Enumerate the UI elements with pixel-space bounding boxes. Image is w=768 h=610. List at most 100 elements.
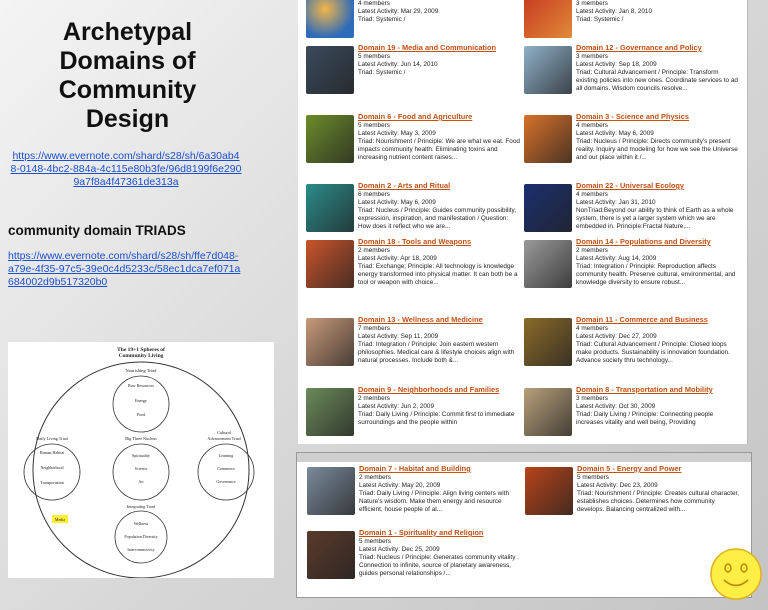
media-tag-label: Media	[55, 517, 65, 522]
domain-title-link[interactable]: Domain 12 - Governance and Policy	[576, 43, 739, 53]
domain-title-link[interactable]: Domain 3 - Science and Physics	[576, 112, 739, 122]
domain-activity: Latest Activity: Jun 2, 2009	[358, 402, 435, 410]
domain-entry[interactable]: Domain 12 - Governance and Policy 3 membe…	[524, 43, 739, 112]
triad-item: Transportation	[40, 480, 63, 485]
title-line: Community	[58, 76, 197, 104]
domain-activity: Latest Activity: May 6, 2009	[358, 198, 436, 206]
domain-entry[interactable]: Domain 1 - Spirituality and Religion 5 me…	[307, 528, 522, 597]
domain-members: 2 members	[358, 394, 390, 402]
triads-subtitle: community domain TRIADS	[8, 223, 186, 238]
domain-title-link[interactable]: Domain 6 - Food and Agriculture	[358, 112, 521, 122]
domain-activity: Latest Activity: Dec 25, 2009	[359, 545, 440, 553]
domain-triad: Triad: Exchange; Principle: All technolo…	[358, 262, 518, 287]
title-line: Archetypal	[62, 18, 193, 46]
domain-members: 4 members	[358, 0, 390, 7]
domain-title-link[interactable]: Domain 11 - Commerce and Business	[576, 315, 739, 325]
domain-title-link[interactable]: Domain 19 - Media and Communication	[358, 43, 521, 53]
triad-label-top: Nourishing Triad	[126, 368, 158, 373]
domain-thumbnail	[524, 184, 572, 232]
domain-title-link[interactable]: Domain 22 - Universal Ecology	[576, 181, 739, 191]
domain-triad: Triad: Daily Living / Principle: Connect…	[576, 410, 714, 427]
domain-members: 5 members	[359, 537, 391, 545]
domain-triad: Triad: Cultural Advancement / Principle:…	[576, 68, 738, 93]
domain-thumbnail	[524, 318, 572, 366]
triad-item: Human Habitat	[40, 450, 65, 455]
domain-title-link[interactable]: Domain 9 - Neighborhoods and Families	[358, 385, 521, 395]
triad-item: Population Diversity	[124, 534, 157, 539]
triad-item: Raw Resources	[128, 383, 154, 388]
domains-panel-lower: Domain 7 - Habitat and Building 2 members…	[296, 452, 752, 598]
domain-activity: Latest Activity: Oct 30, 2009	[576, 402, 656, 410]
evernote-link-domains[interactable]: https://www.evernote.com/shard/s28/sh/6a…	[10, 150, 242, 189]
domain-entry[interactable]: Domain 9 - Neighborhoods and Families 2 m…	[306, 385, 521, 444]
domain-title-link[interactable]: Domain 18 - Tools and Weapons	[358, 237, 521, 247]
domain-triad: Triad: Daily Living / Principle: Commit …	[358, 410, 515, 427]
domain-thumbnail	[306, 318, 354, 366]
domain-entry[interactable]: Domain 18 - Tools and Weapons 2 members La…	[306, 237, 521, 306]
domain-entry[interactable]: Domain 13 - Wellness and Medicine 7 membe…	[306, 315, 521, 384]
domain-title-link[interactable]: Domain 1 - Spirituality and Religion	[359, 528, 522, 538]
domain-thumbnail	[524, 115, 572, 163]
domains-panel-upper: 4 members Latest Activity: Mar 29, 2009 …	[298, 0, 748, 444]
domain-thumbnail	[306, 388, 354, 436]
domain-title-link[interactable]: Domain 13 - Wellness and Medicine	[358, 315, 521, 325]
domain-entry[interactable]: Domain 14 - Populations and Diversity 2 m…	[524, 237, 739, 306]
domain-triad: Triad: Nucleus / Principle: Guides commu…	[358, 206, 517, 231]
domain-members: 4 members	[576, 121, 608, 129]
domain-entry[interactable]: Domain 19 - Media and Communication 5 mem…	[306, 43, 521, 112]
domain-entry[interactable]: Domain 8 - Transportation and Mobility 3 …	[524, 385, 739, 444]
domain-thumbnail	[306, 46, 354, 94]
domain-members: 3 members	[576, 52, 608, 60]
domain-entry[interactable]: Domain 5 - Energy and Power 5 members Late…	[525, 464, 740, 533]
domain-triad: Triad: Integration / Principle: Reproduc…	[576, 262, 736, 287]
domain-activity: Latest Activity: Apr 18, 2009	[358, 254, 437, 262]
domain-members: 5 members	[358, 121, 390, 129]
domain-title-link[interactable]: Domain 8 - Transportation and Mobility	[576, 385, 739, 395]
domain-activity: Latest Activity: Sep 11, 2009	[358, 332, 439, 340]
domain-activity: Latest Activity: Sep 18, 2009	[576, 60, 657, 68]
domain-members: 5 members	[577, 473, 609, 481]
triad-item: Wellness	[134, 521, 149, 526]
domain-entry[interactable]: Domain 3 - Science and Physics 4 members L…	[524, 112, 739, 181]
domain-thumbnail	[524, 0, 572, 38]
domain-members: 2 members	[576, 246, 608, 254]
triad-item: Energy	[135, 398, 148, 403]
triad-item: Learning	[219, 453, 233, 458]
domain-title-link[interactable]: Domain 5 - Energy and Power	[577, 464, 740, 474]
domain-activity: Latest Activity: Aug 14, 2009	[576, 254, 657, 262]
slide-title: Archetypal Domains of Community Design	[20, 18, 235, 134]
domain-members: 5 members	[358, 52, 390, 60]
domain-members: 3 members	[576, 0, 608, 7]
domain-entry[interactable]: Domain 11 - Commerce and Business 4 membe…	[524, 315, 739, 384]
domain-title-link[interactable]: Domain 2 - Arts and Ritual	[358, 181, 521, 191]
domain-activity: Latest Activity: Dec 23, 2009	[577, 481, 658, 489]
domain-activity: Latest Activity: Dec 27, 2009	[576, 332, 657, 340]
domain-members: 7 members	[358, 324, 390, 332]
domain-thumbnail	[306, 0, 354, 38]
domain-triad: Triad: Systemic /	[576, 16, 624, 24]
domain-activity: Latest Activity: Jan 31, 2010	[576, 198, 656, 206]
triad-item: Food	[137, 412, 147, 417]
domain-triad: Triad: Integration / Principle: Join eas…	[358, 340, 515, 365]
domain-triad: NonTriad:Beyond our ability to think of …	[576, 206, 734, 231]
domain-activity: Latest Activity: Mar 29, 2009	[358, 8, 439, 16]
triad-item: Neighborhood	[40, 465, 63, 470]
triad-label-center: Big Three Nucleus	[125, 436, 157, 441]
domain-activity: Latest Activity: May 6, 2009	[576, 129, 654, 137]
domain-activity: Latest Activity: Jun 14, 2010	[358, 60, 438, 68]
domain-entry[interactable]: Domain 7 - Habitat and Building 2 members…	[307, 464, 522, 533]
triad-label-bottom: Integrating Triad	[127, 504, 156, 509]
triad-label-right: Advancement Triad	[207, 436, 241, 441]
domain-triad: Triad: Systemic /	[358, 16, 406, 24]
domain-members: 2 members	[358, 246, 390, 254]
smiley-face-icon	[710, 548, 762, 600]
domain-members: 2 members	[359, 473, 391, 481]
domain-entry[interactable]: Domain 6 - Food and Agriculture 5 members…	[306, 112, 521, 181]
domain-title-link[interactable]: Domain 14 - Populations and Diversity	[576, 237, 739, 247]
domain-thumbnail	[306, 115, 354, 163]
domain-title-link[interactable]: Domain 7 - Habitat and Building	[359, 464, 522, 474]
evernote-link-triads[interactable]: https://www.evernote.com/shard/s28/sh/ff…	[8, 250, 243, 289]
domain-triad: Triad: Nourishment / Principle: Creates …	[577, 489, 740, 514]
domain-members: 4 members	[576, 190, 608, 198]
domain-thumbnail	[306, 184, 354, 232]
